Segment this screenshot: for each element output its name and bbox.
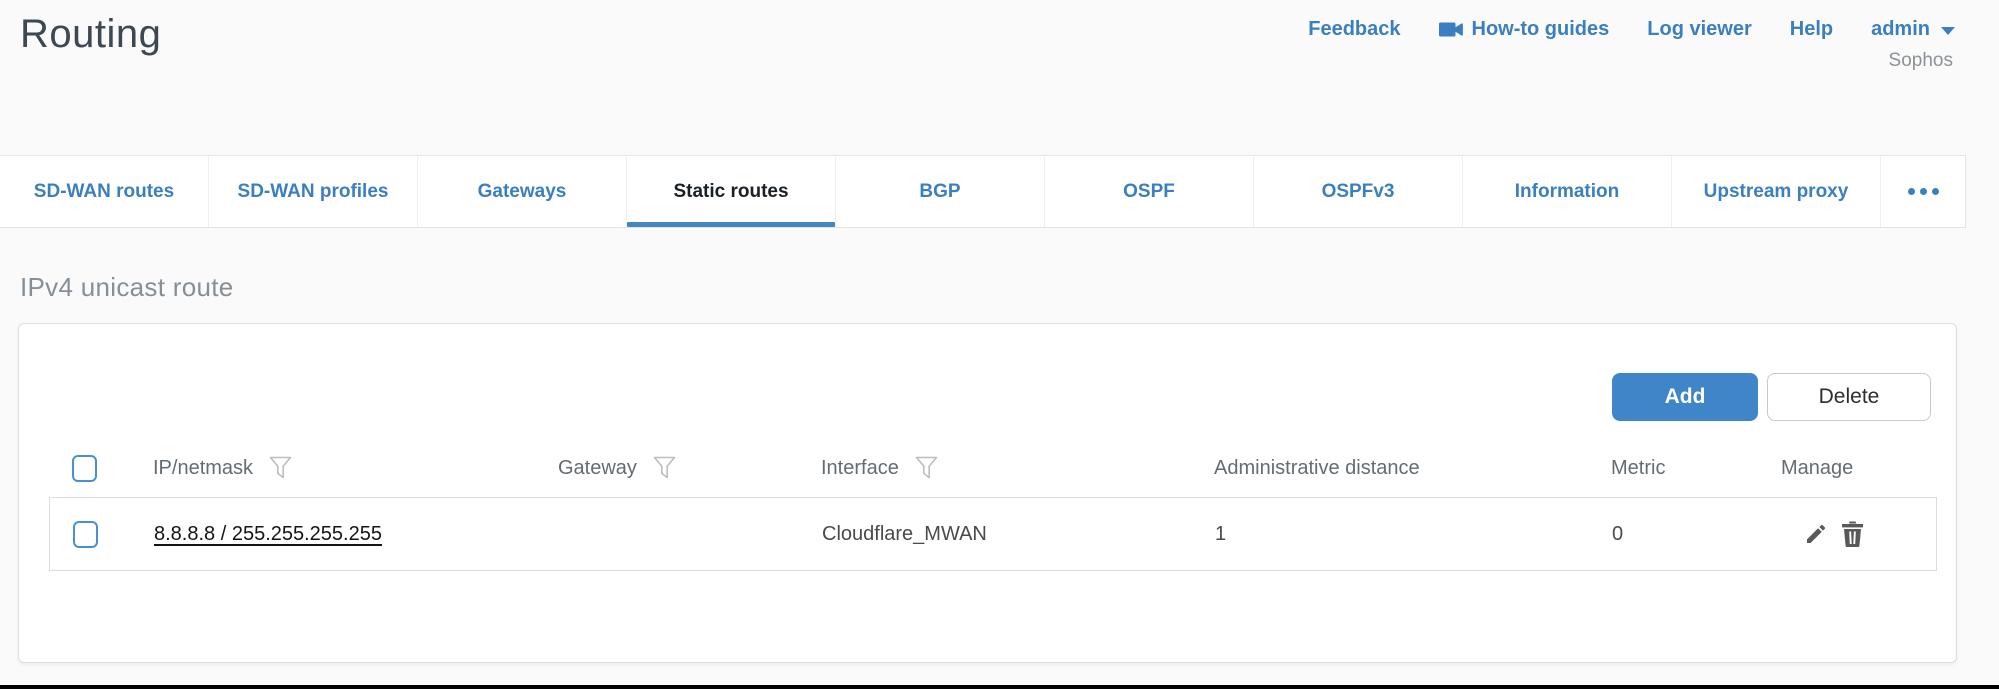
tab-bar: SD-WAN routes SD-WAN profiles Gateways S… (0, 155, 1966, 228)
tab-sdwan-profiles[interactable]: SD-WAN profiles (209, 156, 418, 227)
tab-information[interactable]: Information (1463, 156, 1672, 227)
delete-button[interactable]: Delete (1767, 373, 1931, 421)
column-header-manage: Manage (1781, 457, 1937, 480)
account-name: Sophos (1889, 50, 1953, 72)
cell-manage (1782, 521, 1936, 547)
tab-ospf[interactable]: OSPF (1045, 156, 1254, 227)
row-checkbox[interactable] (73, 521, 98, 548)
howto-guides-label: How-to guides (1472, 18, 1610, 41)
trash-icon[interactable] (1841, 521, 1864, 547)
tab-bgp[interactable]: BGP (836, 156, 1045, 227)
panel-actions: Add Delete (19, 324, 1956, 421)
table-header-row: IP/netmask Gateway Interface Administrat… (49, 439, 1937, 497)
videocam-icon (1439, 21, 1463, 38)
feedback-link[interactable]: Feedback (1308, 18, 1400, 41)
top-nav: Feedback How-to guides Log viewer Help a… (1308, 18, 1955, 41)
cell-metric: 0 (1612, 523, 1782, 546)
cell-ip-netmask: 8.8.8.8 / 255.255.255.255 (154, 523, 559, 546)
cell-admin-distance: 1 (1215, 523, 1612, 546)
add-button[interactable]: Add (1612, 373, 1758, 421)
tab-ospfv3[interactable]: OSPFv3 (1254, 156, 1463, 227)
ellipsis-icon (1908, 188, 1939, 195)
howto-guides-link[interactable]: How-to guides (1439, 18, 1610, 41)
select-all-checkbox[interactable] (72, 455, 97, 482)
top-bar: Routing Feedback How-to guides Log viewe… (0, 0, 1999, 155)
column-header-ip-netmask: IP/netmask (153, 456, 558, 480)
column-header-admin-distance: Administrative distance (1214, 457, 1611, 480)
column-header-metric: Metric (1611, 457, 1781, 480)
pencil-icon[interactable] (1804, 522, 1828, 546)
funnel-icon[interactable] (269, 456, 292, 480)
bottom-edge-strip (0, 685, 1999, 689)
log-viewer-link[interactable]: Log viewer (1647, 18, 1751, 41)
tab-overflow-menu[interactable] (1881, 156, 1965, 227)
page-title: Routing (20, 12, 161, 57)
column-header-gateway: Gateway (558, 456, 821, 480)
routes-table: IP/netmask Gateway Interface Administrat… (49, 439, 1937, 571)
column-header-interface: Interface (821, 456, 1214, 480)
user-menu[interactable]: admin (1871, 18, 1955, 41)
funnel-icon[interactable] (653, 456, 676, 480)
tab-static-routes[interactable]: Static routes (627, 156, 836, 227)
table-row: 8.8.8.8 / 255.255.255.255 Cloudflare_MWA… (49, 497, 1937, 571)
top-nav-wrap: Feedback How-to guides Log viewer Help a… (1308, 18, 1955, 72)
help-link[interactable]: Help (1790, 18, 1833, 41)
tab-sdwan-routes[interactable]: SD-WAN routes (0, 156, 209, 227)
row-select-cell (50, 521, 154, 548)
routes-panel: Add Delete IP/netmask Gateway Interface (18, 323, 1957, 663)
tab-gateways[interactable]: Gateways (418, 156, 627, 227)
select-all-cell (49, 455, 153, 482)
route-link[interactable]: 8.8.8.8 / 255.255.255.255 (154, 523, 382, 545)
tab-upstream-proxy[interactable]: Upstream proxy (1672, 156, 1881, 227)
caret-down-icon (1941, 27, 1955, 35)
funnel-icon[interactable] (915, 456, 938, 480)
section-heading: IPv4 unicast route (20, 272, 1999, 303)
user-menu-label: admin (1871, 18, 1930, 41)
cell-interface: Cloudflare_MWAN (822, 523, 1215, 546)
